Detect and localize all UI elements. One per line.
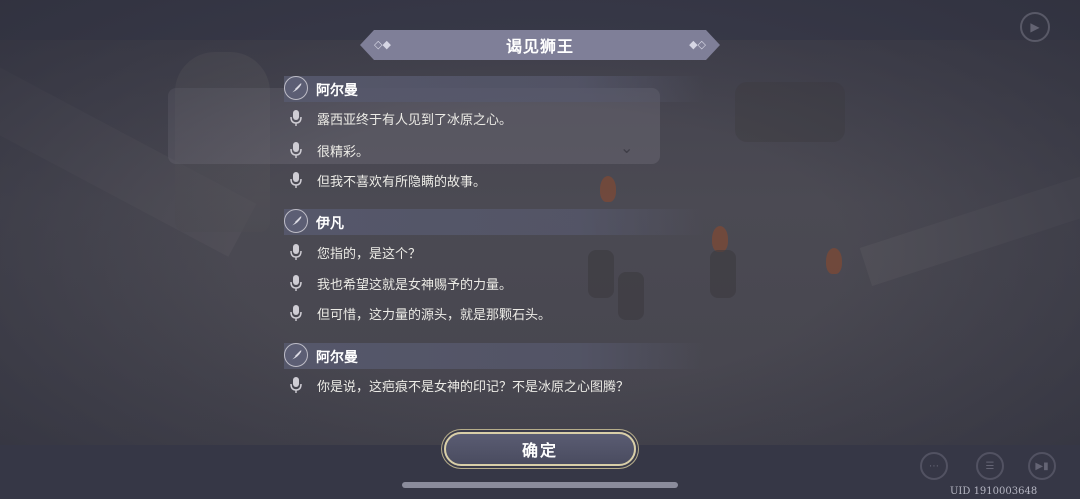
dialog-text: 露西亚终于有人见到了冰原之心。 [317,113,513,128]
speaker-name: 阿尔曼 [316,83,358,99]
scroll-indicator[interactable] [402,482,678,488]
quill-icon [284,76,308,100]
log-icon[interactable]: ☰ [976,452,1004,480]
microphone-icon[interactable] [288,243,304,261]
dialog-line: 很精彩。 [288,139,708,161]
dialog-line: 但我不喜欢有所隐瞒的故事。 [288,169,708,191]
diamond-ornament-icon: ◆◇ [689,38,706,51]
confirm-button[interactable]: 确定 [444,432,636,466]
dialog-text: 我也希望这就是女神赐予的力量。 [317,278,513,293]
more-icon[interactable]: ⋯ [920,452,948,480]
dialog-line: 你是说，这疤痕不是女神的印记？不是冰原之心图腾？ [288,374,708,396]
dialog-text: 很精彩。 [317,145,370,160]
dialog-line: 我也希望这就是女神赐予的力量。 [288,272,708,294]
dialog-line: 但可惜，这力量的源头，就是那颗石头。 [288,302,708,324]
speaker-header: 伊凡 [284,209,704,235]
dialog-log-title: 谒见狮王 [505,37,574,56]
microphone-icon[interactable] [288,141,304,159]
speaker-header: 阿尔曼 [284,343,704,369]
dialog-text: 但可惜，这力量的源头，就是那颗石头。 [317,308,552,323]
microphone-icon[interactable] [288,274,304,292]
microphone-icon[interactable] [288,376,304,394]
title-banner: ◇◆ 谒见狮王 ◆◇ [360,30,720,60]
diamond-ornament-icon: ◇◆ [374,38,391,51]
speaker-name: 阿尔曼 [316,350,358,366]
dialog-line: 露西亚终于有人见到了冰原之心。 [288,107,708,129]
quill-icon [284,209,308,233]
microphone-icon[interactable] [288,304,304,322]
microphone-icon[interactable] [288,171,304,189]
uid-label: UID 1910003648 [950,486,1038,497]
microphone-icon[interactable] [288,109,304,127]
dialog-text: 你是说，这疤痕不是女神的印记？不是冰原之心图腾？ [317,380,630,395]
play-icon[interactable]: ▶ [1020,12,1050,42]
speaker-header: 阿尔曼 [284,76,704,102]
confirm-button-label: 确定 [521,441,558,460]
dialog-text: 您指的，是这个？ [317,247,422,262]
dialog-text: 但我不喜欢有所隐瞒的故事。 [317,175,487,190]
quill-icon [284,343,308,367]
skip-icon[interactable]: ▶▮ [1028,452,1056,480]
speaker-name: 伊凡 [316,216,344,232]
dialog-line: 您指的，是这个？ [288,241,708,263]
